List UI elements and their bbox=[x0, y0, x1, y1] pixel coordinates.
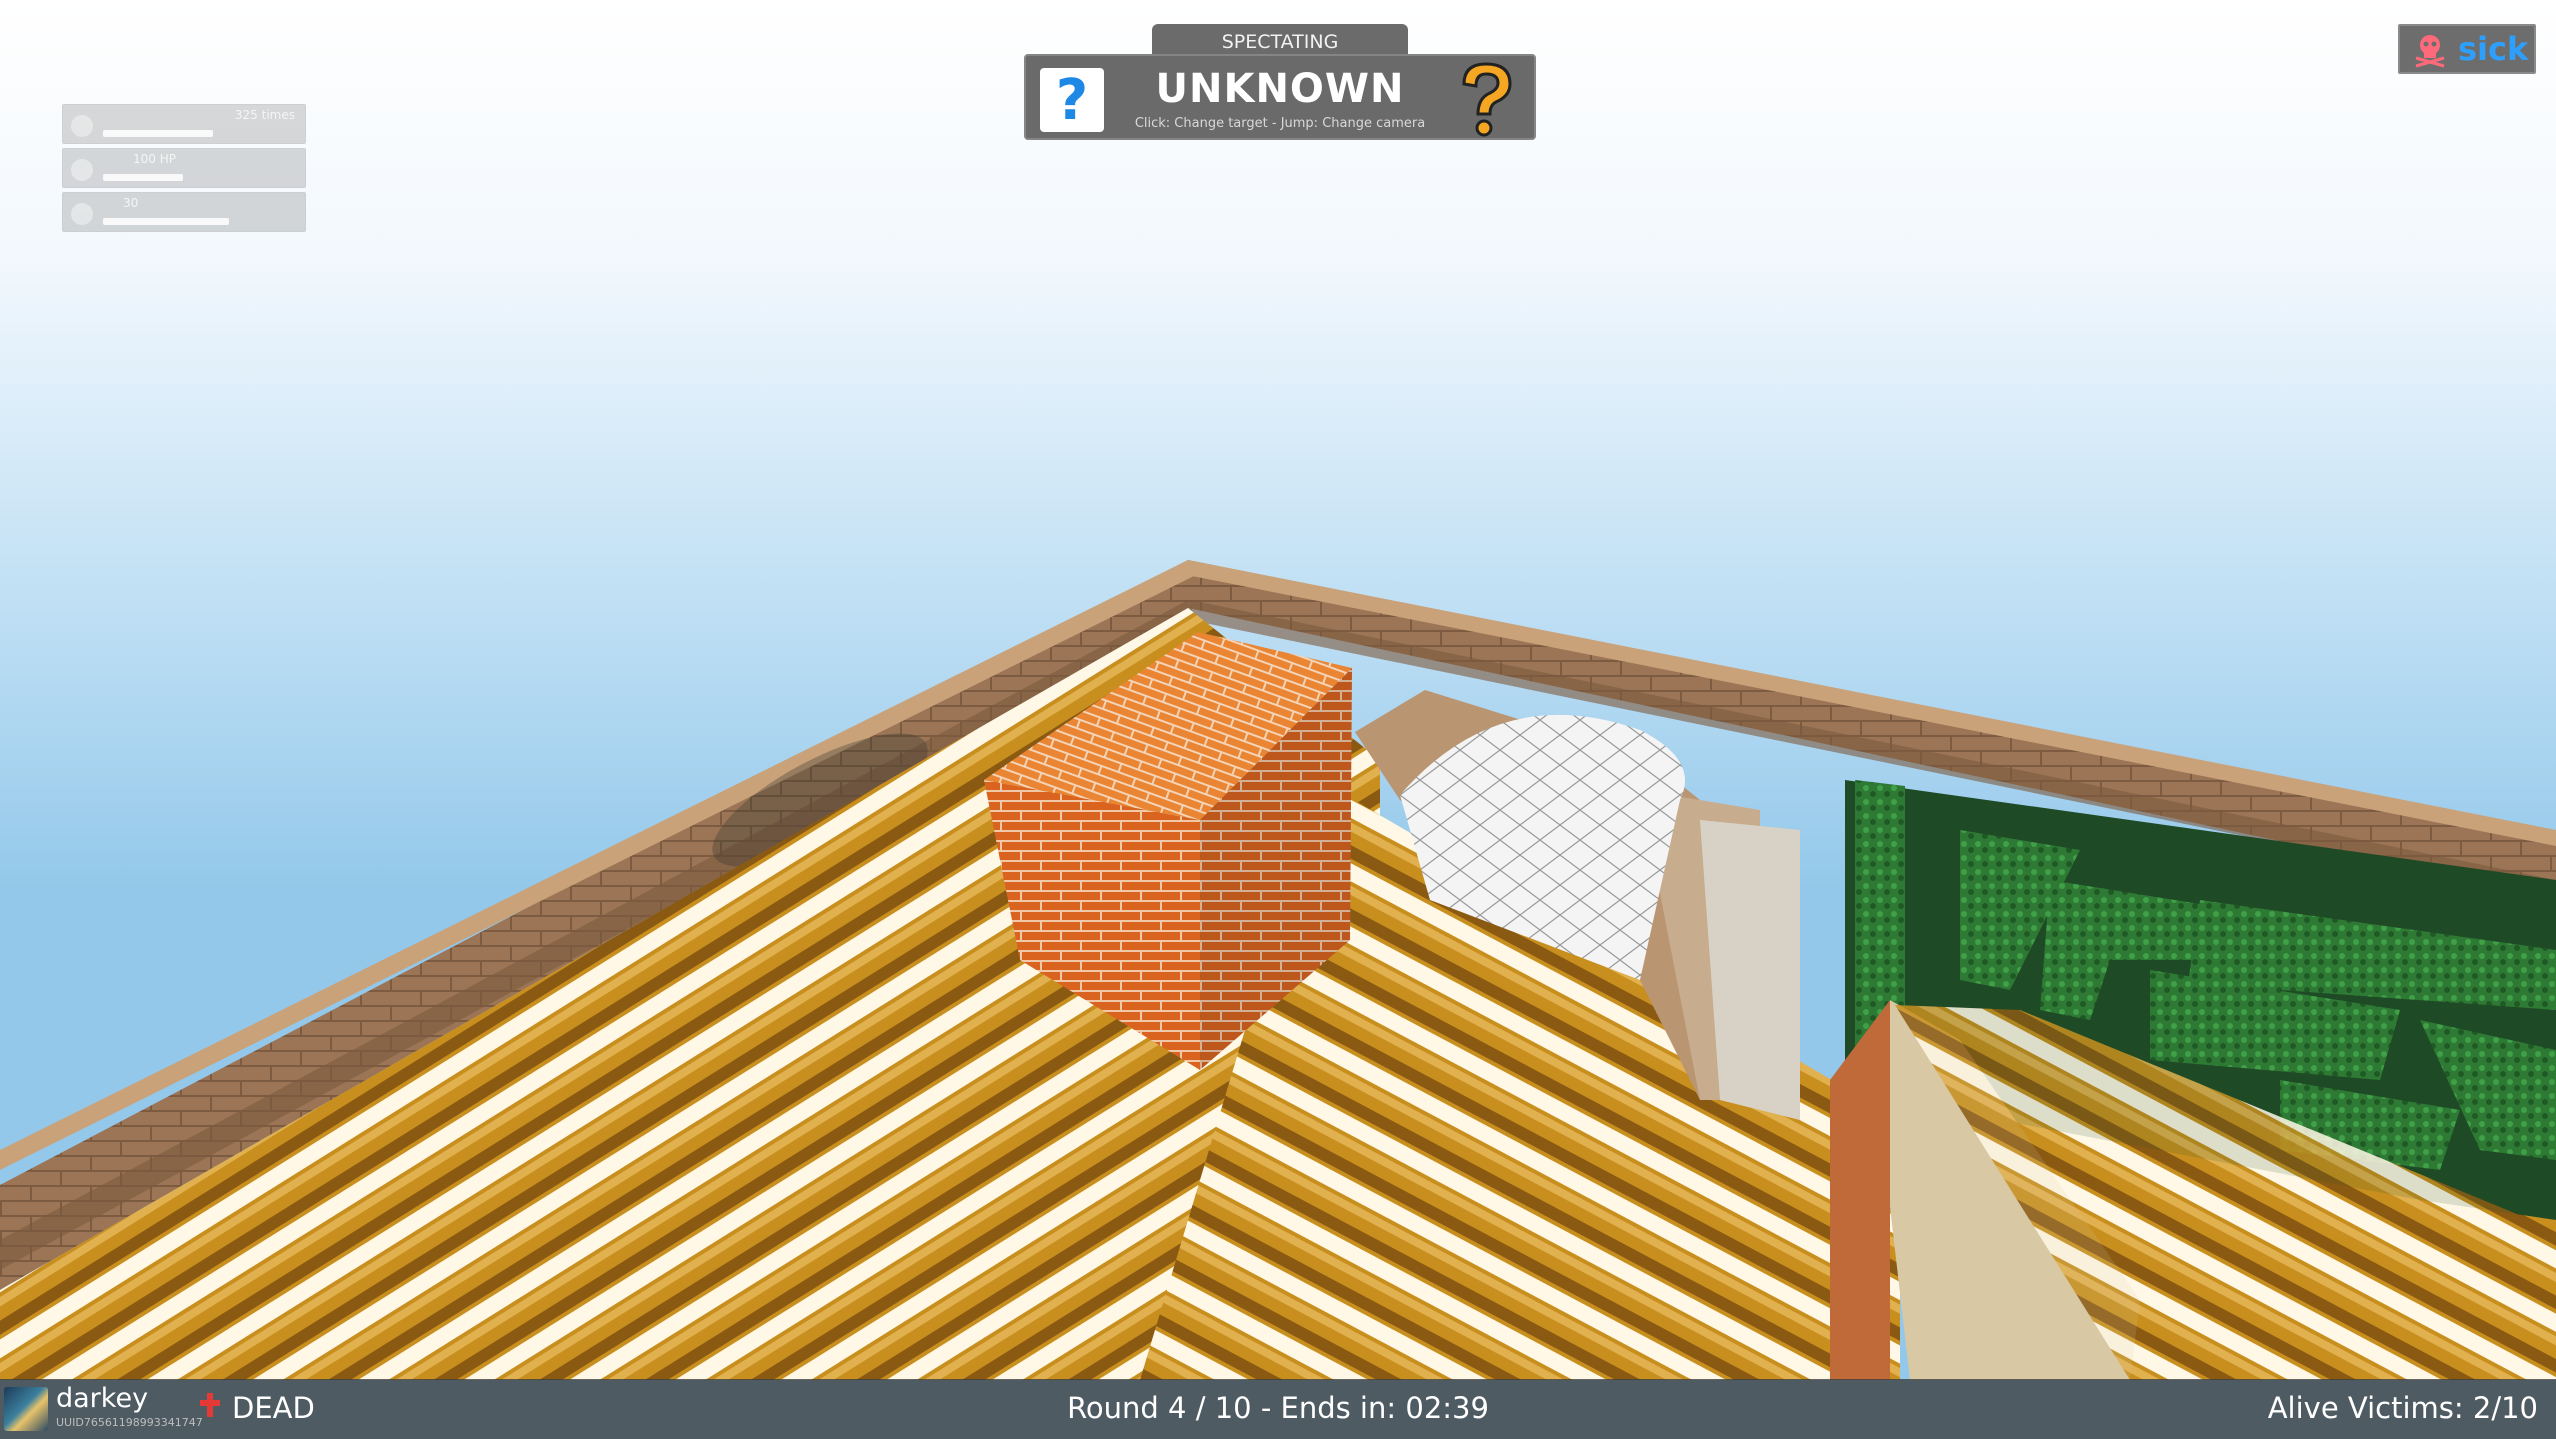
stat-health-bar bbox=[103, 174, 183, 181]
alive-victims: Alive Victims: 2/10 bbox=[2267, 1391, 2538, 1425]
role-badge: sick bbox=[2398, 24, 2536, 74]
question-mark-icon bbox=[1462, 62, 1512, 137]
stat-ammo-text: 30 bbox=[123, 196, 139, 210]
stat-ammo: 30 bbox=[62, 192, 306, 232]
ammo-icon bbox=[71, 203, 93, 225]
stat-timer-bar bbox=[103, 130, 213, 137]
stat-health-text: 100 HP bbox=[133, 152, 176, 166]
bottom-status-bar: darkey UUID76561198993341747 DEAD Round … bbox=[0, 1379, 2556, 1439]
stat-ammo-bar bbox=[103, 218, 229, 225]
stat-timer: 325 times bbox=[62, 104, 306, 144]
bandage-icon bbox=[71, 159, 93, 181]
round-info: Round 4 / 10 - Ends in: 02:39 bbox=[1067, 1391, 1489, 1425]
spectating-header: SPECTATING bbox=[1152, 24, 1408, 58]
game-viewport bbox=[0, 0, 2556, 1439]
role-badge-label: sick bbox=[2458, 30, 2529, 68]
stat-health: 100 HP bbox=[62, 148, 306, 188]
skull-crossbones-icon bbox=[2415, 35, 2445, 68]
spectate-target-panel[interactable]: ? UNKNOWN Click: Change target - Jump: C… bbox=[1024, 54, 1536, 140]
clock-icon bbox=[71, 115, 93, 137]
player-stats-panel: 325 times 100 HP 30 bbox=[62, 104, 306, 236]
stat-timer-text: 325 times bbox=[234, 108, 295, 122]
